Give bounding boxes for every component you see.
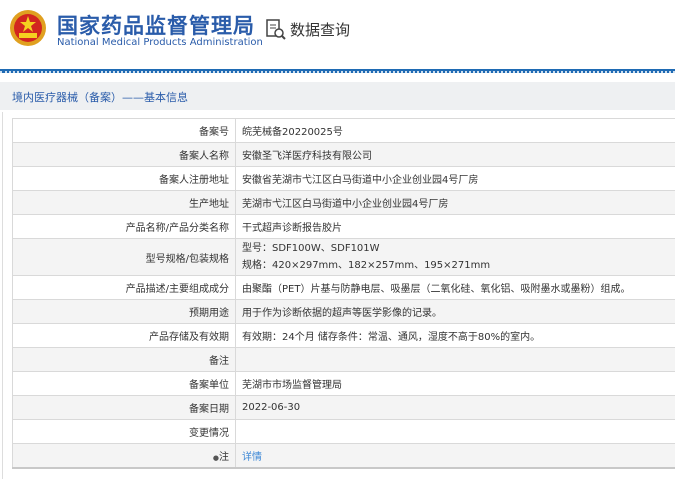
row-label-text: 变更情况 — [189, 428, 229, 439]
row-value: 有效期：24个月 储存条件：常温、通风，湿度不高于80%的室内。 — [235, 323, 675, 348]
row-label-text: 备案单位 — [189, 380, 229, 391]
row-label: 产品描述/主要组成成分 — [12, 275, 236, 300]
table-row: 产品描述/主要组成成分 由聚酯（PET）片基与防静电层、吸墨层（二氧化硅、氧化铝、… — [12, 275, 675, 300]
table-row: 生产地址 芜湖市弋江区白马街道中小企业创业园4号厂房 — [12, 190, 675, 215]
row-value-text: 芜湖市市场监督管理局 — [242, 380, 342, 391]
table-row: 型号规格/包装规格 型号：SDF100W、SDF101W 规格：420×297mm、… — [12, 238, 675, 276]
data-query-link[interactable]: 数据查询 — [265, 18, 350, 40]
site-title: 国家药品监督管理局 — [57, 14, 255, 38]
row-label-text: 备案日期 — [189, 404, 229, 415]
row-label-text: 产品描述/主要组成成分 — [125, 284, 229, 295]
row-label: 备案人名称 — [12, 142, 236, 167]
table-row: 变更情况 — [12, 419, 675, 444]
left-border — [2, 112, 3, 479]
table-row: 产品名称/产品分类名称 干式超声诊断报告胶片 — [12, 214, 675, 239]
row-value-text-2: 规格：420×297mm、182×257mm、195×271mm — [242, 260, 491, 271]
data-query-label: 数据查询 — [290, 20, 351, 39]
row-label: 生产地址 — [12, 190, 236, 215]
national-emblem-icon — [10, 10, 46, 46]
table-row: 备案号 皖芜械备20220025号 — [12, 118, 675, 143]
details-link[interactable]: 详情 — [242, 452, 262, 463]
table-row: 备案人注册地址 安徽省芜湖市弋江区白马街道中小企业创业园4号厂房 — [12, 166, 675, 191]
row-value: 皖芜械备20220025号 — [235, 118, 675, 143]
row-value-text: 用于作为诊断依据的超声等医学影像的记录。 — [242, 308, 442, 319]
row-label-text: 产品存储及有效期 — [149, 332, 229, 343]
row-value-text: 型号：SDF100W、SDF101W — [242, 243, 380, 254]
row-value: 芜湖市弋江区白马街道中小企业创业园4号厂房 — [235, 190, 675, 215]
row-label: 备案日期 — [12, 395, 236, 420]
row-value-text: 干式超声诊断报告胶片 — [242, 223, 342, 234]
row-label: 备注 — [12, 347, 236, 372]
row-label-text: 备案人名称 — [179, 151, 229, 162]
row-label: ●注 — [12, 443, 236, 469]
row-label-text: 注 — [219, 452, 229, 463]
table-row: 备案日期 2022-06-30 — [12, 395, 675, 420]
row-value: 安徽圣飞洋医疗科技有限公司 — [235, 142, 675, 167]
row-label: 预期用途 — [12, 299, 236, 324]
table-row: 备案单位 芜湖市市场监督管理局 — [12, 371, 675, 396]
table-row: 产品存储及有效期 有效期：24个月 储存条件：常温、通风，湿度不高于80%的室内。 — [12, 323, 675, 348]
row-label-text: 备注 — [209, 356, 229, 367]
section-header: 境内医疗器械（备案）——基本信息 — [0, 82, 675, 110]
row-value-text: 安徽圣飞洋医疗科技有限公司 — [242, 151, 372, 162]
row-label-text: 预期用途 — [189, 308, 229, 319]
row-value: 安徽省芜湖市弋江区白马街道中小企业创业园4号厂房 — [235, 166, 675, 191]
row-value — [235, 419, 675, 444]
header-divider — [0, 69, 675, 73]
row-label: 型号规格/包装规格 — [12, 238, 236, 276]
row-label: 备案单位 — [12, 371, 236, 396]
row-value: 2022-06-30 — [235, 395, 675, 420]
section-title: 境内医疗器械（备案）——基本信息 — [12, 91, 188, 104]
row-value-text: 芜湖市弋江区白马街道中小企业创业园4号厂房 — [242, 199, 449, 210]
row-value: 干式超声诊断报告胶片 — [235, 214, 675, 239]
site-subtitle: National Medical Products Administration — [57, 37, 263, 48]
table-row: 备案人名称 安徽圣飞洋医疗科技有限公司 — [12, 142, 675, 167]
row-value-text: 皖芜械备20220025号 — [242, 127, 343, 138]
row-label-text: 型号规格/包装规格 — [145, 253, 229, 265]
row-value: 芜湖市市场监督管理局 — [235, 371, 675, 396]
table-row: 预期用途 用于作为诊断依据的超声等医学影像的记录。 — [12, 299, 675, 324]
row-value: 型号：SDF100W、SDF101W 规格：420×297mm、182×257mm… — [235, 238, 675, 276]
row-value: 由聚酯（PET）片基与防静电层、吸墨层（二氧化硅、氧化铝、吸附墨水或墨粉）组成。 — [235, 275, 675, 300]
table-row: ●注 详情 — [12, 443, 675, 469]
row-value: 用于作为诊断依据的超声等医学影像的记录。 — [235, 299, 675, 324]
site-header: 国家药品监督管理局 National Medical Products Admi… — [0, 0, 675, 70]
row-label: 产品存储及有效期 — [12, 323, 236, 348]
row-value: 详情 — [235, 443, 675, 469]
row-label: 备案人注册地址 — [12, 166, 236, 191]
row-value-text: 有效期：24个月 储存条件：常温、通风，湿度不高于80%的室内。 — [242, 332, 541, 343]
row-label: 产品名称/产品分类名称 — [12, 214, 236, 239]
row-value-text: 由聚酯（PET）片基与防静电层、吸墨层（二氧化硅、氧化铝、吸附墨水或墨粉）组成。 — [242, 284, 631, 295]
row-label-text: 产品名称/产品分类名称 — [125, 223, 229, 234]
info-table: 备案号 皖芜械备20220025号备案人名称 安徽圣飞洋医疗科技有限公司备案人注册地… — [12, 118, 675, 469]
row-label: 变更情况 — [12, 419, 236, 444]
row-value — [235, 347, 675, 372]
row-label-text: 生产地址 — [189, 199, 229, 210]
document-search-icon — [266, 19, 286, 40]
row-label: 备案号 — [12, 118, 236, 143]
row-value-text: 安徽省芜湖市弋江区白马街道中小企业创业园4号厂房 — [242, 175, 479, 186]
row-value-text: 2022-06-30 — [242, 402, 301, 413]
table-row: 备注 — [12, 347, 675, 372]
row-label-text: 备案号 — [199, 127, 229, 138]
row-label-text: 备案人注册地址 — [159, 175, 229, 186]
